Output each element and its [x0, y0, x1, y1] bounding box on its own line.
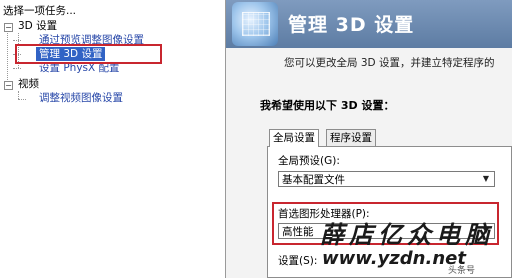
section-title: 我希望使用以下 3D 设置： — [260, 99, 395, 112]
page-header: 管理 3D 设置 — [226, 0, 512, 48]
task-tree-panel: 选择一项任务... − 3D 设置 通过预览调整图像设置 管理 3D 设置 设置… — [0, 0, 226, 278]
tree-node-3d-settings[interactable]: 3D 设置 — [18, 19, 57, 33]
chevron-down-icon[interactable]: ▼ — [480, 172, 492, 186]
collapse-expander-icon[interactable]: − — [4, 81, 13, 90]
watermark-url: www.yzdn.net — [322, 248, 466, 269]
3d-settings-cube-icon — [232, 2, 278, 46]
tree-guide-line — [13, 68, 21, 69]
tree-guide-line — [7, 30, 8, 88]
tab-program-settings[interactable]: 程序设置 — [326, 129, 376, 147]
watermark-brand: 薛店亿众电脑 — [320, 220, 494, 249]
collapse-expander-icon[interactable]: − — [4, 23, 13, 32]
tab-global-settings[interactable]: 全局设置 — [269, 129, 319, 147]
tree-item-adjust-video-image[interactable]: 调整视频图像设置 — [39, 91, 123, 105]
tree-node-video[interactable]: 视频 — [18, 77, 39, 91]
tree-guide-line — [18, 91, 19, 99]
tree-guide-line — [13, 40, 21, 41]
page-title: 管理 3D 设置 — [288, 14, 415, 36]
global-preset-label: 全局预设(G): — [278, 155, 340, 167]
tree-guide-line — [18, 99, 26, 100]
highlight-box — [15, 44, 162, 64]
task-tree-title: 选择一项任务... — [3, 5, 77, 17]
global-preset-select[interactable]: 基本配置文件 ▼ — [278, 171, 495, 187]
page-description: 您可以更改全局 3D 设置，并建立特定程序的 — [284, 57, 495, 69]
watermark-tag: 头条号 — [448, 266, 476, 276]
settings-label: 设置(S): — [278, 255, 318, 267]
global-preset-value: 基本配置文件 — [282, 174, 345, 186]
